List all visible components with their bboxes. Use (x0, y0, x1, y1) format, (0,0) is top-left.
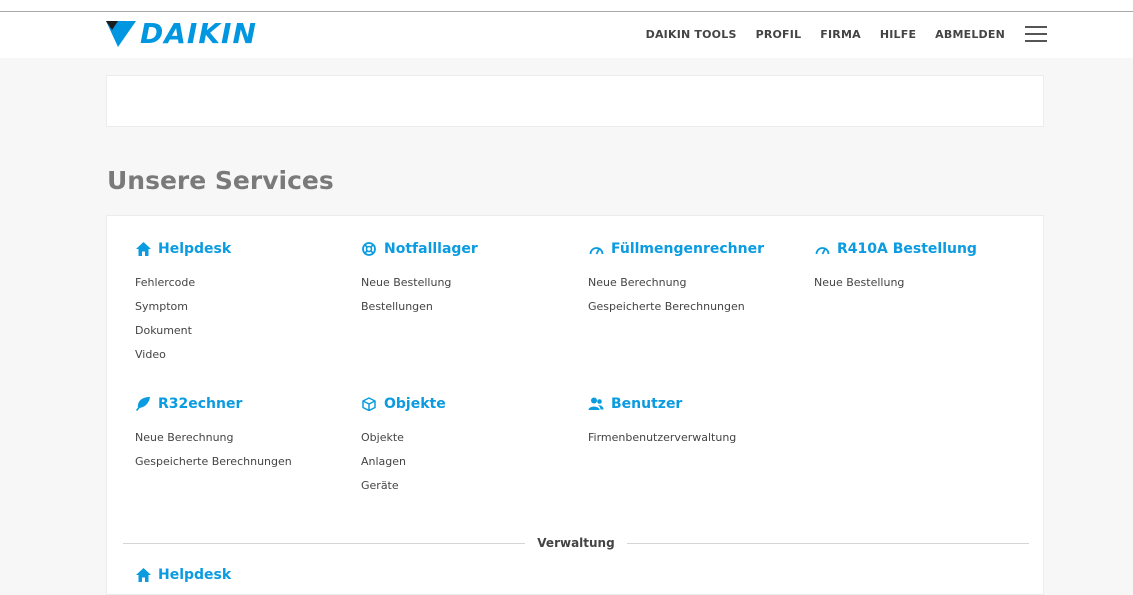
users-icon (588, 396, 604, 412)
group-title-helpdesk[interactable]: Helpdesk (135, 240, 231, 258)
group-title-r32echner[interactable]: R32echner (135, 395, 292, 413)
cube-icon (361, 396, 377, 412)
nav-abmelden[interactable]: ABMELDEN (935, 28, 1005, 41)
group-objekte: Objekte Objekte Anlagen Geräte (361, 395, 446, 498)
home-icon (135, 567, 151, 583)
section-title: Unsere Services (107, 166, 334, 195)
group-title-objekte[interactable]: Objekte (361, 395, 446, 413)
group-notfalllager: Notfalllager Neue Bestellung Bestellunge… (361, 240, 478, 319)
link-neue-berechnung-r32[interactable]: Neue Berechnung (135, 426, 292, 450)
banner-area (106, 75, 1044, 127)
link-dokument[interactable]: Dokument (135, 319, 231, 343)
link-neue-bestellung[interactable]: Neue Bestellung (361, 271, 478, 295)
link-gespeicherte-berechnungen[interactable]: Gespeicherte Berechnungen (588, 295, 764, 319)
group-helpdesk: Helpdesk Fehlercode Symptom Dokument Vid… (135, 240, 231, 367)
gauge-icon (588, 241, 604, 257)
logo-text: DAIKIN (140, 17, 257, 50)
group-benutzer: Benutzer Firmenbenutzerverwaltung (588, 395, 736, 450)
group-title-admin-helpdesk[interactable]: Helpdesk (135, 566, 231, 584)
group-r410a-bestellung: R410A Bestellung Neue Bestellung (814, 240, 977, 295)
leaf-icon (135, 396, 151, 412)
hamburger-menu-icon[interactable] (1025, 26, 1047, 42)
link-anlagen[interactable]: Anlagen (361, 450, 446, 474)
home-icon (135, 241, 151, 257)
nav-profil[interactable]: PROFIL (756, 28, 802, 41)
divider-label: Verwaltung (537, 536, 615, 550)
group-r32echner: R32echner Neue Berechnung Gespeicherte B… (135, 395, 292, 474)
link-fehlercode[interactable]: Fehlercode (135, 271, 231, 295)
group-admin-helpdesk: Helpdesk (135, 566, 231, 584)
group-fuellmengenrechner: Füllmengenrechner Neue Berechnung Gespei… (588, 240, 764, 319)
group-title-benutzer[interactable]: Benutzer (588, 395, 736, 413)
link-neue-berechnung[interactable]: Neue Berechnung (588, 271, 764, 295)
nav-hilfe[interactable]: HILFE (880, 28, 916, 41)
link-video[interactable]: Video (135, 343, 231, 367)
link-firmenbenutzerverwaltung[interactable]: Firmenbenutzerverwaltung (588, 426, 736, 450)
link-symptom[interactable]: Symptom (135, 295, 231, 319)
link-gespeicherte-berechnungen-r32[interactable]: Gespeicherte Berechnungen (135, 450, 292, 474)
services-card: Helpdesk Fehlercode Symptom Dokument Vid… (106, 215, 1044, 595)
link-bestellungen[interactable]: Bestellungen (361, 295, 478, 319)
group-title-fuellmengenrechner[interactable]: Füllmengenrechner (588, 240, 764, 258)
gauge-icon (814, 241, 830, 257)
group-title-notfalllager[interactable]: Notfalllager (361, 240, 478, 258)
top-edge (0, 0, 1133, 12)
daikin-logo[interactable]: DAIKIN (106, 20, 257, 48)
group-title-r410a-bestellung[interactable]: R410A Bestellung (814, 240, 977, 258)
link-neue-bestellung-r410a[interactable]: Neue Bestellung (814, 271, 977, 295)
section-divider: Verwaltung (123, 536, 1029, 550)
top-navigation: DAIKIN TOOLS PROFIL FIRMA HILFE ABMELDEN (627, 28, 1005, 41)
link-objekte[interactable]: Objekte (361, 426, 446, 450)
daikin-logo-mark-icon (106, 21, 136, 47)
site-header: DAIKIN DAIKIN TOOLS PROFIL FIRMA HILFE A… (0, 12, 1133, 58)
nav-daikin-tools[interactable]: DAIKIN TOOLS (646, 28, 737, 41)
link-geraete[interactable]: Geräte (361, 474, 446, 498)
nav-firma[interactable]: FIRMA (820, 28, 861, 41)
lifebuoy-icon (361, 241, 377, 257)
